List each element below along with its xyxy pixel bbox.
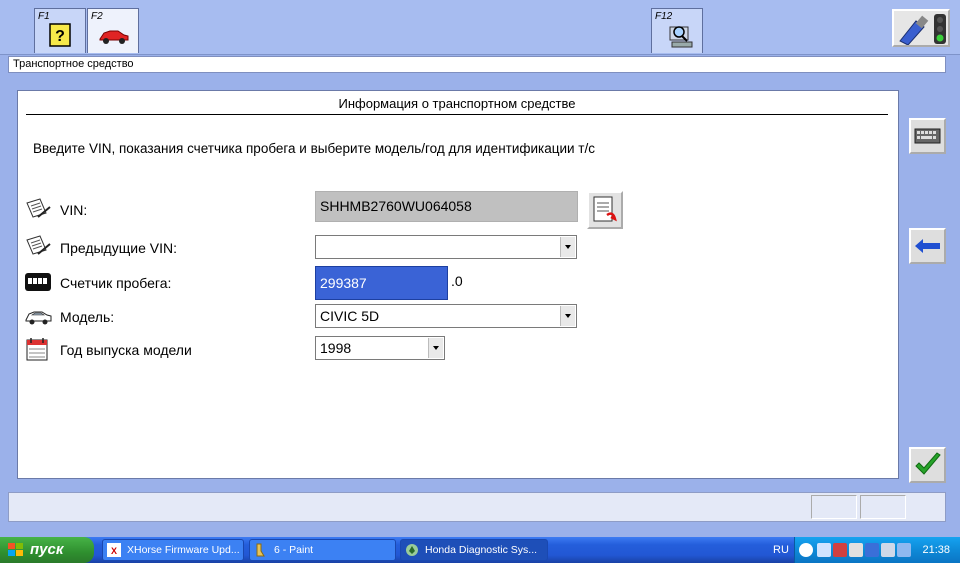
system-tray: 21:38 [794, 537, 960, 563]
start-label: пуск [30, 541, 64, 558]
prev-vin-notepad-icon [26, 235, 51, 255]
vin-notepad-icon [26, 198, 51, 218]
model-select[interactable]: CIVIC 5D [315, 304, 577, 328]
connector-traffic-light-icon [899, 14, 946, 45]
help-icon: ? [49, 23, 71, 47]
instruction-text: Введите VIN, показания счетчика пробега … [33, 141, 595, 156]
prev-vin-select[interactable] [315, 235, 577, 259]
taskbar: пуск X XHorse Firmware Upd... 6 - Paint … [0, 537, 960, 563]
vin-edit-button[interactable] [587, 191, 623, 229]
task-label: XHorse Firmware Upd... [127, 544, 240, 556]
tray-expand-icon[interactable] [799, 543, 813, 557]
svg-text:?: ? [55, 28, 65, 45]
confirm-button[interactable] [909, 447, 946, 483]
checkmark-icon [915, 452, 941, 475]
tab-f1-key: F1 [38, 11, 50, 22]
monitor-icon[interactable] [897, 543, 911, 557]
task-xhorse[interactable]: X XHorse Firmware Upd... [102, 539, 244, 561]
security-icon[interactable] [833, 543, 847, 557]
tab-f2-vehicle[interactable]: F2 [87, 8, 139, 53]
back-arrow-icon [915, 239, 940, 253]
tab-f2-key: F2 [91, 11, 103, 22]
top-toolbar: F1 ? F2 F12 [0, 0, 960, 55]
vehicle-info-panel: Информация о транспортном средстве Введи… [17, 90, 899, 479]
tab-f12-diagnostics[interactable]: F12 [651, 8, 703, 53]
tab-f12-key: F12 [655, 11, 673, 22]
paint-app-icon [256, 543, 265, 557]
network-icon[interactable] [817, 543, 831, 557]
start-button[interactable]: пуск [0, 537, 94, 563]
tab-f1-help[interactable]: F1 ? [34, 8, 86, 53]
chevron-down-icon[interactable] [428, 338, 443, 358]
volume-icon[interactable] [849, 543, 863, 557]
prev-vin-label: Предыдущие VIN: [60, 240, 177, 256]
year-select[interactable]: 1998 [315, 336, 445, 360]
chevron-down-icon[interactable] [560, 237, 575, 257]
car-icon [99, 30, 129, 44]
odometer-icon [25, 273, 51, 291]
year-value: 1998 [320, 340, 352, 356]
vin-label: VIN: [60, 202, 88, 218]
task-label: Honda Diagnostic Sys... [425, 544, 538, 556]
model-value: CIVIC 5D [320, 308, 380, 324]
keyboard-icon [914, 128, 941, 144]
odometer-input[interactable]: 299387 [315, 266, 448, 300]
screen-title: Транспортное средство [8, 56, 946, 73]
odometer-decimal: .0 [451, 273, 463, 289]
chevron-down-icon[interactable] [560, 306, 575, 326]
display-icon[interactable] [881, 543, 895, 557]
xhorse-app-icon: X [107, 543, 121, 557]
windows-flag-icon [8, 543, 23, 556]
svg-text:X: X [111, 546, 117, 556]
task-paint[interactable]: 6 - Paint [249, 539, 396, 561]
status-cell-2 [860, 495, 906, 519]
back-button[interactable] [909, 228, 946, 264]
search-computer-icon [669, 26, 693, 48]
document-edit-icon [593, 196, 617, 222]
connection-status-button[interactable] [892, 9, 950, 47]
keyboard-button[interactable] [909, 118, 946, 154]
task-label: 6 - Paint [274, 544, 314, 556]
clock: 21:38 [922, 544, 950, 556]
status-bar [8, 492, 946, 522]
year-label: Год выпуска модели [60, 342, 192, 358]
vin-field: SHHMB2760WU064058 [315, 191, 578, 222]
model-car-icon [25, 311, 52, 325]
model-label: Модель: [60, 309, 115, 325]
odometer-label: Счетчик пробега: [60, 275, 172, 291]
battery-icon[interactable] [865, 543, 879, 557]
calendar-icon [26, 338, 48, 361]
status-cell-1 [811, 495, 857, 519]
task-honda-diagnostic[interactable]: Honda Diagnostic Sys... [400, 539, 548, 561]
section-title: Информация о транспортном средстве [26, 95, 888, 115]
language-indicator[interactable]: RU [773, 537, 789, 563]
honda-diagnostic-app-icon [406, 544, 418, 556]
